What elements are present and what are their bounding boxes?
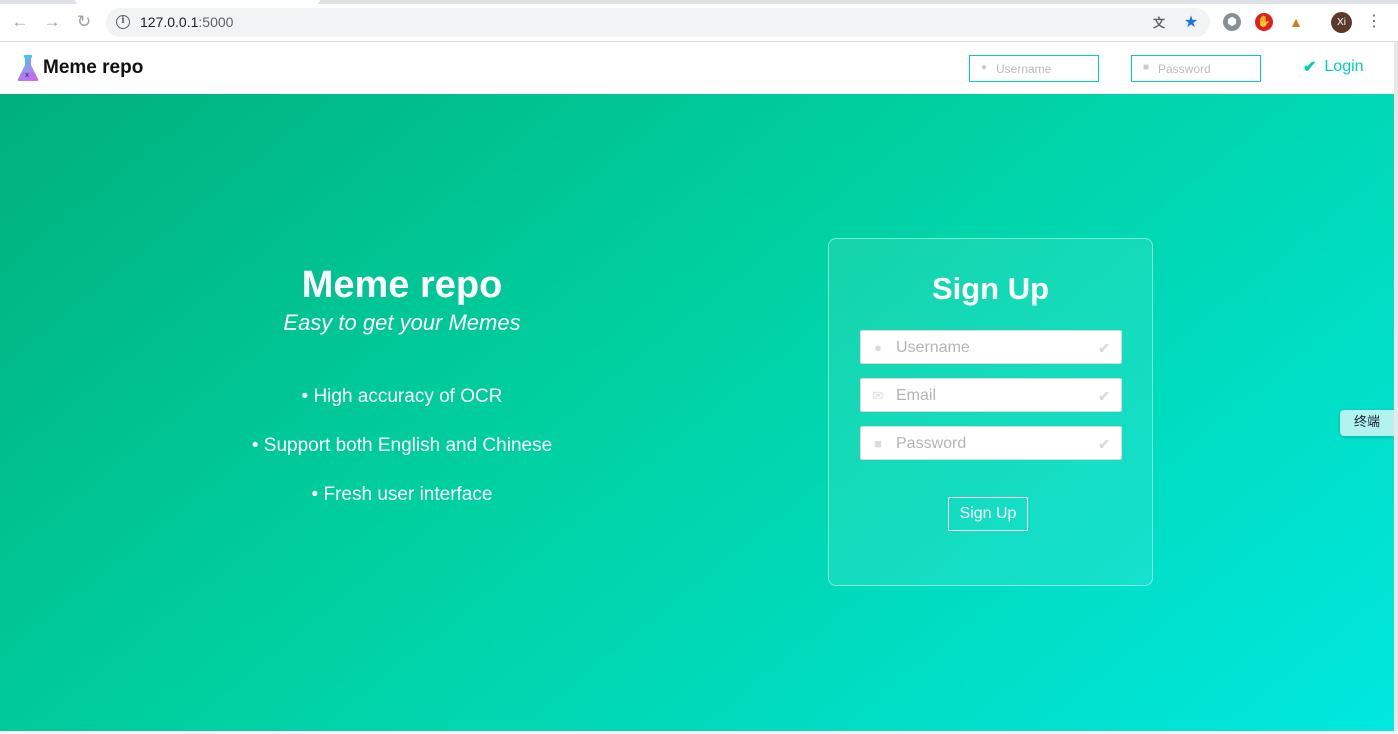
hero-subtitle: Easy to get your Memes (283, 310, 521, 335)
tab-strip (0, 0, 1398, 4)
reload-icon[interactable]: ↻ (74, 12, 94, 32)
signup-password-field[interactable]: ■ ✔ (860, 426, 1122, 460)
bookmark-star-icon[interactable]: ★ (1182, 14, 1200, 32)
header-username-input[interactable] (996, 59, 1094, 79)
user-icon: ● (980, 62, 988, 73)
profile-avatar[interactable]: Xi (1331, 12, 1352, 33)
page-scroll-edge (1394, 42, 1398, 734)
login-button[interactable]: ✔ Login (1303, 57, 1364, 77)
address-url[interactable]: 127.0.0.1:5000 (140, 14, 233, 30)
feature-item: • Support both English and Chinese (251, 435, 553, 456)
extension-metamask-icon[interactable]: ▲ (1287, 13, 1305, 31)
hero-section: Meme repo Easy to get your Memes • High … (0, 94, 1394, 731)
site-info-icon[interactable]: i (116, 15, 130, 29)
translate-icon[interactable]: 文 (1150, 14, 1168, 32)
check-icon: ✔ (1303, 59, 1317, 76)
lock-icon: ■ (1142, 62, 1150, 73)
feature-item: • Fresh user interface (311, 484, 493, 505)
url-port: :5000 (198, 14, 234, 30)
signup-button[interactable]: Sign Up (948, 497, 1028, 531)
site-navbar: x Meme repo ● ■ ✔ Login (0, 43, 1394, 94)
signup-email-field[interactable]: ✉ ✔ (860, 378, 1122, 412)
signup-card: Sign Up ● ✔ ✉ ✔ ■ ✔ Sign Up (828, 238, 1153, 586)
check-icon: ✔ (1098, 388, 1110, 404)
lock-icon: ■ (874, 436, 882, 451)
extension-adblock-icon[interactable]: ✋ (1255, 13, 1273, 31)
check-icon: ✔ (1098, 340, 1110, 356)
signup-username-field[interactable]: ● ✔ (860, 330, 1122, 364)
forward-arrow-icon[interactable]: → (42, 12, 62, 32)
login-label: Login (1324, 58, 1364, 75)
back-arrow-icon[interactable]: ← (10, 12, 30, 32)
signup-email-input[interactable] (896, 385, 1086, 407)
envelope-icon: ✉ (872, 388, 884, 403)
header-username-field[interactable]: ● (969, 55, 1099, 82)
flask-logo-icon: x (17, 55, 39, 81)
header-password-input[interactable] (1158, 59, 1256, 79)
active-tab[interactable] (75, 0, 320, 4)
extension-cube-icon[interactable]: ⬢ (1223, 13, 1241, 31)
terminal-side-tab[interactable]: 终端 (1340, 410, 1394, 436)
address-bar[interactable]: i 127.0.0.1:5000 文 ★ (106, 8, 1210, 37)
brand-link[interactable]: x Meme repo (16, 53, 143, 83)
browser-toolbar: ← → ↻ i 127.0.0.1:5000 文 ★ ⬢ ✋ ▲ Xi ⋮ (0, 0, 1398, 42)
svg-text:x: x (25, 71, 29, 79)
check-icon: ✔ (1098, 436, 1110, 452)
brand-name: Meme repo (43, 57, 144, 78)
header-password-field[interactable]: ■ (1131, 55, 1261, 82)
url-host: 127.0.0.1 (140, 14, 199, 30)
signup-title: Sign Up (931, 271, 1050, 306)
signup-password-input[interactable] (896, 433, 1086, 455)
hero-title: Meme repo (301, 264, 503, 306)
signup-username-input[interactable] (896, 337, 1086, 359)
user-icon: ● (874, 340, 882, 355)
feature-item: • High accuracy of OCR (301, 386, 503, 407)
browser-menu-icon[interactable]: ⋮ (1366, 12, 1382, 32)
